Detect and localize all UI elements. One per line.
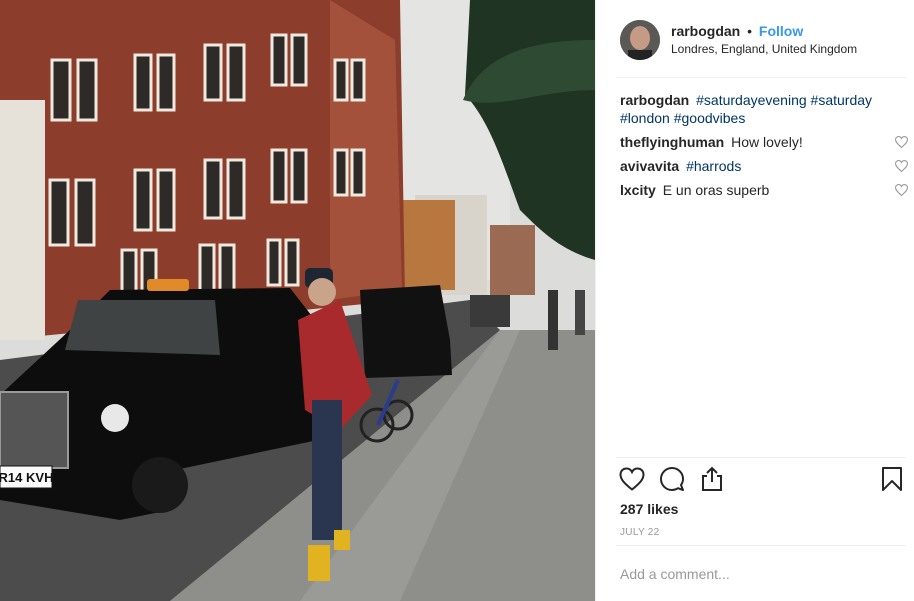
avatar-image <box>620 20 660 60</box>
caption: rarbogdan #saturdayevening #saturday #lo… <box>620 91 908 127</box>
bookmark-icon <box>882 467 902 491</box>
hashtag-link[interactable]: #goodvibes <box>674 110 746 126</box>
comment-divider <box>616 545 906 546</box>
street-scene-image: R14 KVH <box>0 0 595 601</box>
hashtag-link[interactable]: #london <box>620 110 670 126</box>
comments-list: rarbogdan #saturdayevening #saturday #lo… <box>620 91 908 205</box>
follow-button[interactable]: Follow <box>759 23 803 39</box>
hashtag-link[interactable]: #harrods <box>686 158 741 174</box>
likes-count[interactable]: 287 likes <box>620 501 678 517</box>
share-button[interactable] <box>698 465 726 493</box>
add-comment-input[interactable]: Add a comment... <box>620 566 730 582</box>
like-button[interactable] <box>618 465 646 493</box>
post-sidebar: rarbogdan • Follow Londres, England, Uni… <box>595 0 914 601</box>
heart-icon <box>619 467 645 491</box>
hashtag-link[interactable]: #saturday <box>811 92 872 108</box>
post-header: rarbogdan • Follow Londres, England, Uni… <box>620 18 906 62</box>
save-button[interactable] <box>878 465 906 493</box>
comment-icon <box>660 467 684 491</box>
comment-text: How lovely! <box>731 134 803 150</box>
separator-dot: • <box>747 23 753 39</box>
share-icon <box>702 466 722 491</box>
caption-username[interactable]: rarbogdan <box>620 92 689 108</box>
comment-item: lxcity E un oras superb <box>620 181 908 199</box>
post-photo[interactable]: R14 KVH <box>0 0 595 601</box>
comment-username[interactable]: lxcity <box>620 182 656 198</box>
avatar[interactable] <box>620 20 660 60</box>
actions-divider <box>616 457 906 458</box>
action-bar <box>616 465 906 495</box>
comment-text: E un oras superb <box>662 182 770 198</box>
header-divider <box>616 77 906 78</box>
comment-username[interactable]: avivavita <box>620 158 679 174</box>
comment-item: avivavita #harrods <box>620 157 908 175</box>
hashtag-link[interactable]: #saturdayevening <box>696 92 807 108</box>
comment-like-icon[interactable] <box>895 160 908 172</box>
comment-username[interactable]: theflyinghuman <box>620 134 724 150</box>
comment-like-icon[interactable] <box>895 136 908 148</box>
post-date: JULY 22 <box>620 527 660 538</box>
comment-button[interactable] <box>658 465 686 493</box>
comment-like-icon[interactable] <box>895 184 908 196</box>
post-location[interactable]: Londres, England, United Kingdom <box>671 40 857 58</box>
taxi-plate-text: R14 KVH <box>0 470 53 485</box>
post-username[interactable]: rarbogdan <box>671 23 740 39</box>
comment-item: theflyinghuman How lovely! <box>620 133 908 151</box>
